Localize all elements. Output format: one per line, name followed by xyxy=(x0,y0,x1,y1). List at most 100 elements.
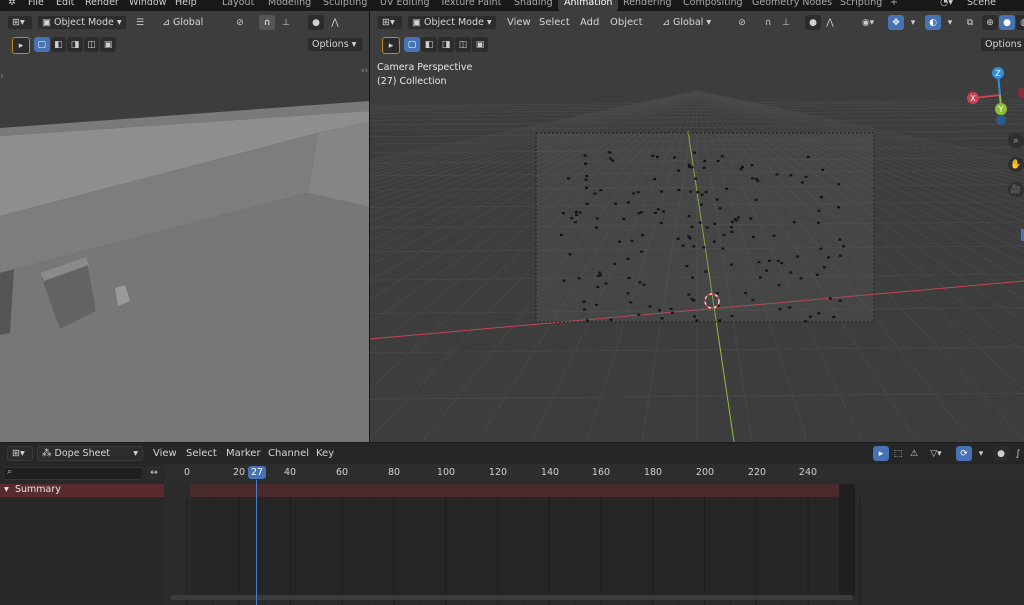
select-tool-icon[interactable]: ▸ xyxy=(382,37,400,54)
snap-icon[interactable]: ∩ xyxy=(259,15,275,30)
right-mode-dropdown[interactable]: ▣ Object Mode ▾ xyxy=(407,15,497,30)
visibility-icon[interactable]: ◉▾ xyxy=(860,15,876,30)
dope-menu-channel[interactable]: Channel xyxy=(268,448,309,459)
tab-animation[interactable]: Animation xyxy=(558,0,619,11)
sync-visibility-icon[interactable]: ↔ xyxy=(145,466,163,480)
tab-geometry-nodes[interactable]: Geometry Nodes xyxy=(752,0,832,8)
navigation-gizmo[interactable]: Z X Y xyxy=(966,65,1024,125)
wireframe-shading-icon[interactable]: ⊕ xyxy=(982,15,998,30)
menu-select[interactable]: Select xyxy=(539,17,570,28)
pan-hand-icon[interactable]: ✋ xyxy=(1008,157,1024,172)
falloff-icon[interactable]: ⋀ xyxy=(822,15,838,30)
select-invert-icon[interactable]: ◫ xyxy=(455,37,471,52)
menu-edit[interactable]: Edit xyxy=(56,0,74,8)
material-shading-icon[interactable]: ◍ xyxy=(1016,15,1024,30)
filter-icon[interactable]: ▽▾ xyxy=(928,446,944,461)
menu-object[interactable]: Object xyxy=(610,17,643,28)
scene-icon[interactable]: ◔▾ xyxy=(940,0,953,8)
menu-view[interactable]: View xyxy=(507,17,531,28)
select-extend-icon[interactable]: ◧ xyxy=(50,37,67,52)
add-workspace-button[interactable]: + xyxy=(890,0,898,8)
menu-add[interactable]: Add xyxy=(580,17,599,28)
menu-toggle-icon[interactable]: ☰ xyxy=(132,15,148,30)
left-options-dropdown[interactable]: Options ▾ xyxy=(307,37,363,52)
tab-modeling[interactable]: Modeling xyxy=(268,0,311,8)
channel-search-input[interactable] xyxy=(18,468,138,479)
select-invert-icon[interactable]: ◫ xyxy=(83,37,100,52)
zoom-icon[interactable]: ⌕ xyxy=(1008,133,1024,148)
editor-type-selector[interactable]: ⊞▾ xyxy=(7,15,33,30)
menu-window[interactable]: Window xyxy=(129,0,166,8)
left-orientation-dropdown[interactable]: ⊿ Global xyxy=(158,15,226,30)
overlay-toggle-icon[interactable]: ◐ xyxy=(925,15,941,30)
tab-sculpting[interactable]: Sculpting xyxy=(323,0,367,8)
tab-compositing[interactable]: Compositing xyxy=(683,0,743,8)
camera-3d-viewport[interactable]: ⊞▾ ▣ Object Mode ▾ View Select Add Objec… xyxy=(370,11,1024,442)
xray-icon[interactable]: ⧉ xyxy=(962,15,978,30)
playhead-line[interactable] xyxy=(256,480,257,605)
summary-channel[interactable]: ▾ Summary xyxy=(0,484,164,497)
select-subtract-icon[interactable]: ◨ xyxy=(67,37,83,52)
left-3d-viewport[interactable]: ⊞▾ ▣ Object Mode ▾ ☰ ⊿ Global ⊘ ∩ ⊥ ● ⋀ … xyxy=(0,11,369,442)
right-options-dropdown[interactable]: Options xyxy=(980,37,1024,52)
dope-menu-view[interactable]: View xyxy=(153,448,177,459)
select-intersect-icon[interactable]: ▣ xyxy=(100,37,116,52)
solid-shading-icon[interactable]: ● xyxy=(999,15,1015,30)
tab-scripting[interactable]: Scripting xyxy=(840,0,882,8)
snap-icon[interactable]: ∩ xyxy=(760,15,776,30)
right-editor-type-selector[interactable]: ⊞▾ xyxy=(377,15,403,30)
gizmo-toggle-icon[interactable]: ✥ xyxy=(888,15,904,30)
split-handle-icon[interactable]: ‹› xyxy=(361,66,368,76)
snap-target-icon[interactable]: ⊥ xyxy=(778,15,794,30)
dope-mode-dropdown[interactable]: ⁂ Dope Sheet ▾ xyxy=(37,446,143,461)
snap-target-icon[interactable]: ⊥ xyxy=(278,15,294,30)
proportional-edit-icon[interactable]: ● xyxy=(993,446,1009,461)
top-bar: ✲ File Edit Render Window Help Layout Mo… xyxy=(0,0,1024,11)
warning-icon[interactable]: ⚠ xyxy=(906,446,922,461)
select-tool-icon[interactable]: ▸ xyxy=(873,446,889,461)
tab-rendering[interactable]: Rendering xyxy=(623,0,672,8)
tab-layout[interactable]: Layout xyxy=(222,0,254,8)
channel-search-field[interactable]: ⌕ xyxy=(3,467,143,480)
select-extend-icon[interactable]: ◧ xyxy=(421,37,437,52)
left-mode-dropdown[interactable]: ▣ Object Mode ▾ xyxy=(37,15,127,30)
right-orientation-dropdown[interactable]: ⊿ Global ▾ xyxy=(658,15,726,30)
scene-selector[interactable]: Scene xyxy=(967,0,996,8)
snap-dropdown-icon[interactable]: ▾ xyxy=(973,446,989,461)
current-frame-indicator[interactable]: 27 xyxy=(248,466,266,479)
select-intersect-icon[interactable]: ▣ xyxy=(472,37,488,52)
gizmo-dropdown-icon[interactable]: ▾ xyxy=(905,15,921,30)
orientation-icon: ⊿ xyxy=(662,17,673,28)
object-mode-icon: ▣ xyxy=(412,17,424,28)
shading-mode-group: ⊕ ● ◍ xyxy=(982,15,1024,30)
menu-render[interactable]: Render xyxy=(85,0,119,8)
box-select-icon[interactable]: ⬚ xyxy=(890,446,906,461)
summary-expand-icon[interactable]: ▾ xyxy=(4,484,9,495)
menu-help[interactable]: Help xyxy=(175,0,197,8)
tab-uv-editing[interactable]: UV Editing xyxy=(380,0,430,8)
falloff-icon[interactable]: ⋀ xyxy=(327,15,343,30)
dope-sheet-editor[interactable]: ⊞▾ ⁂ Dope Sheet ▾ View Select Marker Chan… xyxy=(0,443,1024,605)
overlay-dropdown-icon[interactable]: ▾ xyxy=(942,15,958,30)
pivot-icon[interactable]: ⊘ xyxy=(232,15,248,30)
select-new-icon[interactable]: ▢ xyxy=(404,37,420,52)
region-toggle-left-icon[interactable]: › xyxy=(0,71,4,82)
camera-view-icon[interactable]: 🎥 xyxy=(1008,182,1024,197)
tab-shading[interactable]: Shading xyxy=(514,0,553,8)
blender-logo-icon[interactable]: ✲ xyxy=(8,0,16,8)
horizontal-scrollbar[interactable] xyxy=(170,595,853,600)
select-tool-icon[interactable]: ▸ xyxy=(12,37,30,54)
proportional-edit-icon[interactable]: ● xyxy=(805,15,821,30)
menu-file[interactable]: File xyxy=(28,0,44,8)
dope-editor-type-selector[interactable]: ⊞▾ xyxy=(7,446,33,461)
dope-menu-marker[interactable]: Marker xyxy=(226,448,261,459)
falloff-icon[interactable]: ∫ xyxy=(1010,446,1024,461)
select-new-icon[interactable]: ▢ xyxy=(34,37,50,52)
select-subtract-icon[interactable]: ◨ xyxy=(438,37,454,52)
proportional-edit-icon[interactable]: ● xyxy=(308,15,324,30)
tab-texture-paint[interactable]: Texture Paint xyxy=(440,0,501,8)
pivot-icon[interactable]: ⊘ xyxy=(734,15,750,30)
snap-toggle-icon[interactable]: ⟳ xyxy=(956,446,972,461)
dope-menu-key[interactable]: Key xyxy=(316,448,334,459)
dope-menu-select[interactable]: Select xyxy=(186,448,217,459)
